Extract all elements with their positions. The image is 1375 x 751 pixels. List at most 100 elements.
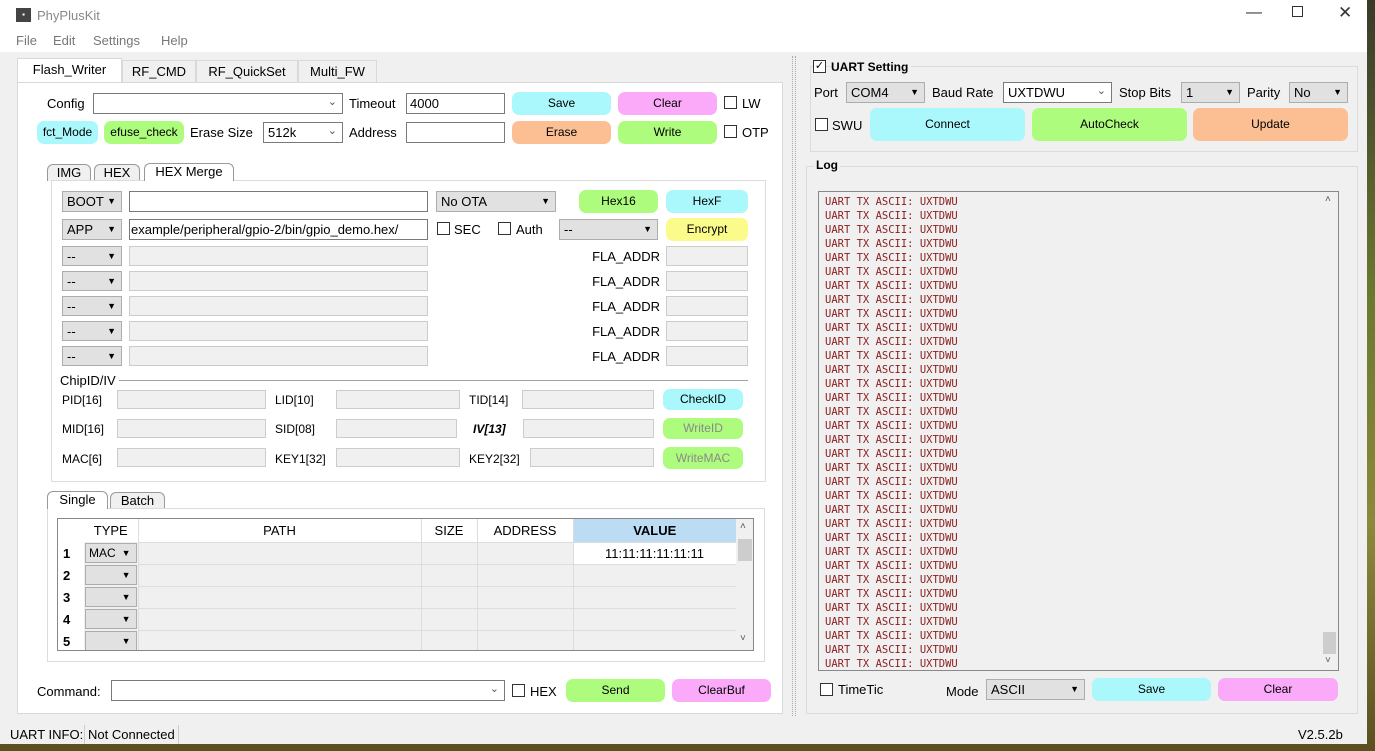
- fla-addr-input[interactable]: [666, 346, 748, 366]
- tab-rf-quickset[interactable]: RF_QuickSet: [196, 60, 298, 82]
- write-id-button[interactable]: WriteID: [663, 418, 743, 439]
- sec-checkbox[interactable]: [437, 222, 450, 235]
- auth-checkbox[interactable]: [498, 222, 511, 235]
- mac-input[interactable]: [117, 448, 266, 467]
- type-combo[interactable]: ▼: [85, 565, 137, 585]
- minimize-icon[interactable]: —: [1246, 4, 1262, 22]
- hex16-button[interactable]: Hex16: [579, 190, 658, 213]
- type-combo[interactable]: MAC ▼: [85, 543, 137, 563]
- tab-hex-merge[interactable]: HEX Merge: [144, 163, 234, 181]
- type-cell[interactable]: MAC ▼: [84, 542, 138, 564]
- address-input[interactable]: [406, 122, 505, 143]
- extra-type-combo[interactable]: -- ▼: [62, 246, 122, 266]
- config-combo[interactable]: ⌄: [93, 93, 343, 114]
- parity-combo[interactable]: No ▼: [1289, 82, 1348, 103]
- efuse-check-button[interactable]: efuse_check: [104, 121, 184, 144]
- value-cell[interactable]: [572, 629, 737, 650]
- app-path-input[interactable]: /example/peripheral/gpio-2/bin/gpio_demo…: [129, 219, 428, 240]
- path-cell[interactable]: [137, 607, 422, 631]
- scroll-down-icon[interactable]: ˅: [1325, 655, 1331, 666]
- extra-path-input[interactable]: [129, 246, 428, 266]
- scroll-thumb[interactable]: [1323, 632, 1336, 654]
- maximize-icon[interactable]: [1292, 6, 1303, 17]
- extra-type-combo[interactable]: -- ▼: [62, 296, 122, 316]
- menu-edit[interactable]: Edit: [53, 33, 75, 48]
- boot-path-input[interactable]: [129, 191, 428, 212]
- menu-file[interactable]: File: [16, 33, 37, 48]
- type-combo[interactable]: ▼: [85, 609, 137, 629]
- pid-input[interactable]: [117, 390, 266, 409]
- size-cell[interactable]: [420, 585, 478, 609]
- extra-type-combo[interactable]: -- ▼: [62, 346, 122, 366]
- fla-addr-input[interactable]: [666, 296, 748, 316]
- scroll-down-icon[interactable]: ˅: [740, 633, 746, 644]
- app-type-combo[interactable]: APP ▼: [62, 219, 122, 240]
- type-combo[interactable]: ▼: [85, 587, 137, 607]
- type-cell[interactable]: ▼: [84, 586, 138, 608]
- timetic-checkbox[interactable]: [820, 683, 833, 696]
- key2-input[interactable]: [530, 448, 654, 467]
- value-cell[interactable]: 11:11:11:11:11:11: [572, 541, 737, 565]
- path-cell[interactable]: [137, 629, 422, 650]
- scroll-up-icon[interactable]: ˄: [740, 521, 746, 532]
- extra-type-combo[interactable]: -- ▼: [62, 271, 122, 291]
- path-cell[interactable]: [137, 585, 422, 609]
- value-cell[interactable]: [572, 563, 737, 587]
- send-button[interactable]: Send: [566, 679, 665, 702]
- mode-combo[interactable]: ASCII ▼: [986, 679, 1085, 700]
- table-scrollbar[interactable]: ˄ ˅: [736, 519, 753, 650]
- hex-checkbox[interactable]: [512, 684, 525, 697]
- type-cell[interactable]: ▼: [84, 564, 138, 586]
- uart-setting-checkbox[interactable]: ✓: [813, 60, 826, 73]
- extra-path-input[interactable]: [129, 346, 428, 366]
- check-id-button[interactable]: CheckID: [663, 389, 743, 410]
- splitter-handle[interactable]: [792, 56, 796, 716]
- fla-addr-input[interactable]: [666, 246, 748, 266]
- close-icon[interactable]: ✕: [1338, 3, 1352, 23]
- tab-multi-fw[interactable]: Multi_FW: [298, 60, 377, 82]
- type-cell[interactable]: ▼: [84, 630, 138, 650]
- write-button[interactable]: Write: [618, 121, 717, 144]
- tab-rf-cmd[interactable]: RF_CMD: [122, 60, 196, 82]
- erase-button[interactable]: Erase: [512, 121, 611, 144]
- mid-input[interactable]: [117, 419, 266, 438]
- iv-input[interactable]: [523, 419, 654, 438]
- stop-bits-combo[interactable]: 1 ▼: [1181, 82, 1240, 103]
- log-save-button[interactable]: Save: [1092, 678, 1211, 701]
- type-cell[interactable]: ▼: [84, 608, 138, 630]
- tid-input[interactable]: [522, 390, 654, 409]
- log-clear-button[interactable]: Clear: [1218, 678, 1338, 701]
- address-cell[interactable]: [476, 541, 574, 565]
- extra-type-combo[interactable]: -- ▼: [62, 321, 122, 341]
- scroll-thumb[interactable]: [738, 539, 752, 561]
- size-cell[interactable]: [420, 563, 478, 587]
- fla-addr-input[interactable]: [666, 271, 748, 291]
- update-button[interactable]: Update: [1193, 108, 1348, 141]
- write-mac-button[interactable]: WriteMAC: [663, 447, 743, 469]
- erase-size-combo[interactable]: 512k ⌄: [263, 122, 343, 143]
- encrypt-button[interactable]: Encrypt: [666, 218, 748, 241]
- lid-input[interactable]: [336, 390, 460, 409]
- address-cell[interactable]: [476, 629, 574, 650]
- timeout-input[interactable]: 4000: [406, 93, 505, 114]
- size-cell[interactable]: [420, 541, 478, 565]
- boot-type-combo[interactable]: BOOT ▼: [62, 191, 122, 212]
- path-cell[interactable]: [137, 541, 422, 565]
- clear-button[interactable]: Clear: [618, 92, 717, 115]
- command-combo[interactable]: ⌄: [111, 680, 505, 701]
- save-button[interactable]: Save: [512, 92, 611, 115]
- scroll-up-icon[interactable]: ˄: [1325, 194, 1331, 205]
- tab-batch[interactable]: Batch: [110, 492, 165, 509]
- ota-combo[interactable]: No OTA ▼: [436, 191, 556, 212]
- menu-settings[interactable]: Settings: [93, 33, 140, 48]
- menu-help[interactable]: Help: [161, 33, 188, 48]
- fct-mode-button[interactable]: fct_Mode: [37, 121, 98, 144]
- tab-img[interactable]: IMG: [47, 164, 91, 181]
- key1-input[interactable]: [336, 448, 460, 467]
- otp-checkbox[interactable]: [724, 125, 737, 138]
- connect-button[interactable]: Connect: [870, 108, 1025, 141]
- hexf-button[interactable]: HexF: [666, 190, 748, 213]
- extra-path-input[interactable]: [129, 296, 428, 316]
- swu-checkbox[interactable]: [815, 118, 828, 131]
- lw-checkbox[interactable]: [724, 96, 737, 109]
